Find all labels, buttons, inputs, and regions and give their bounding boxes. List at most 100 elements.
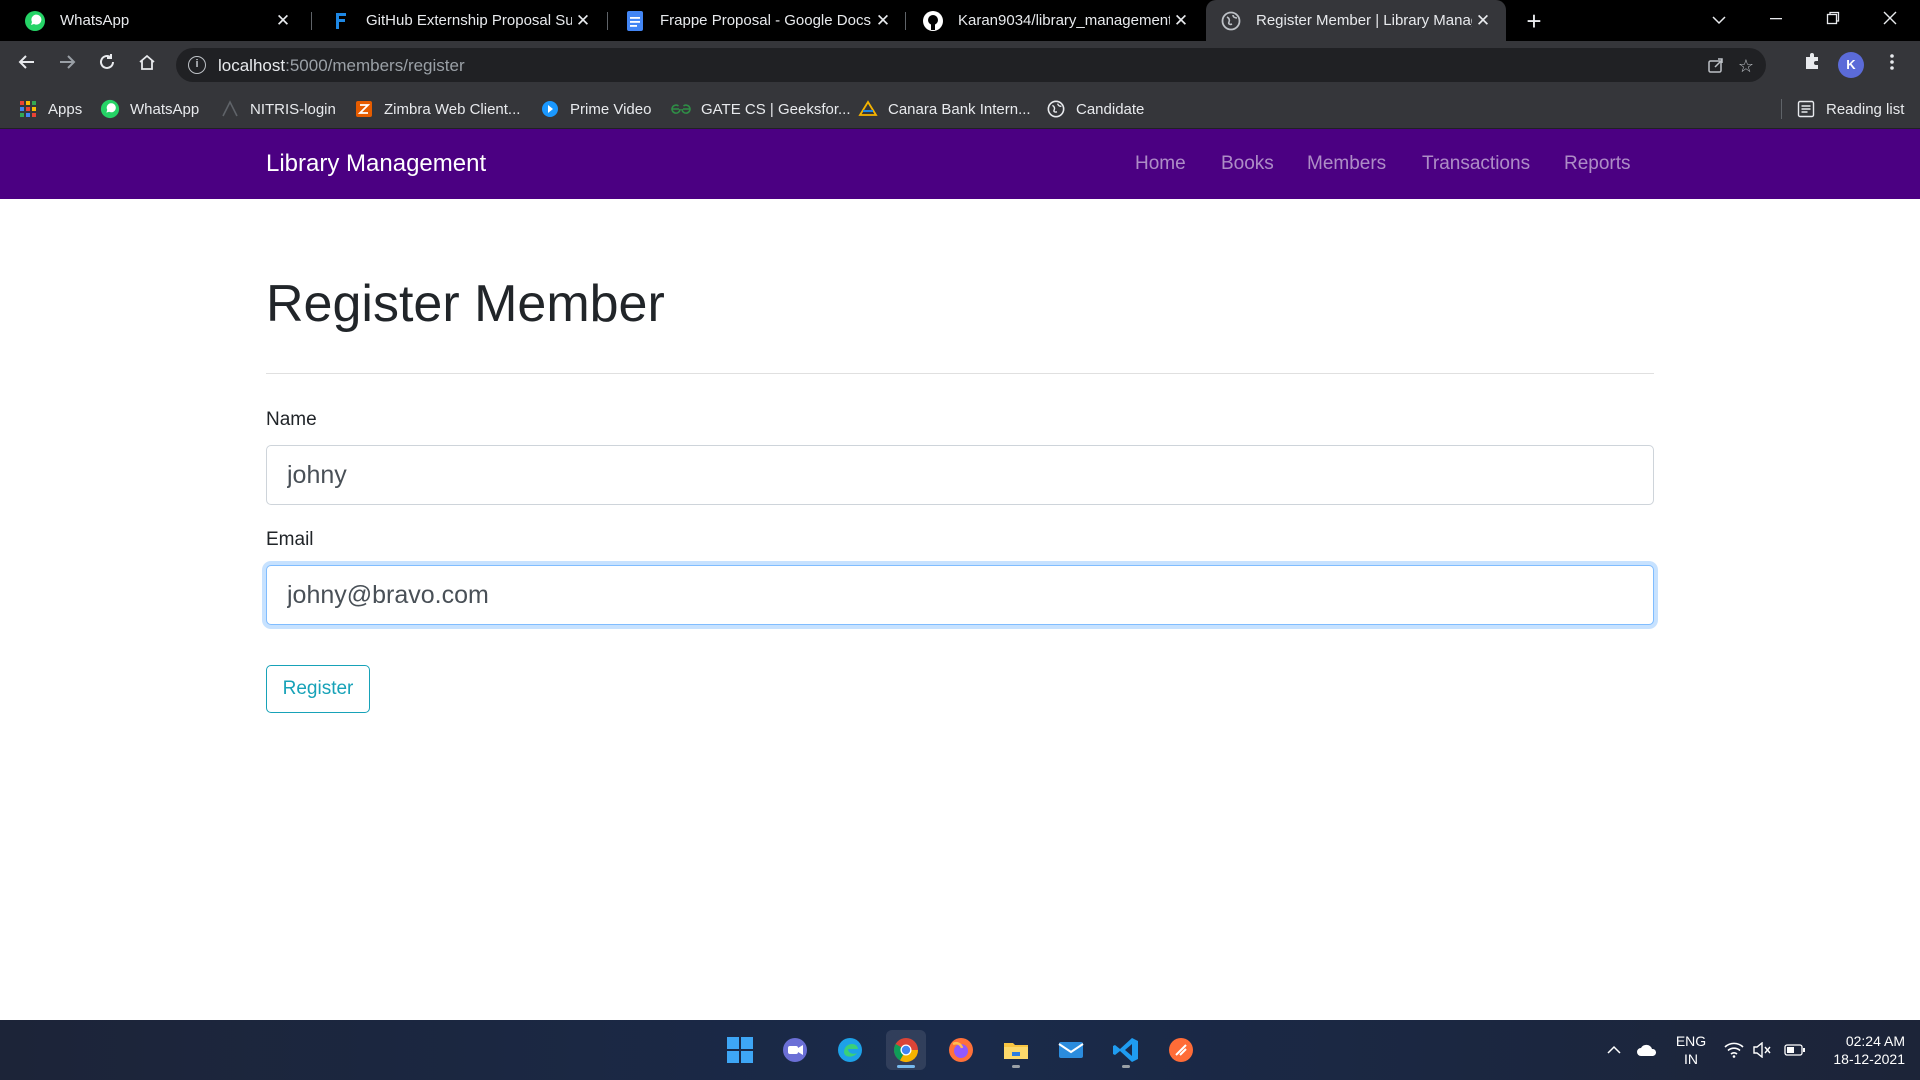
bookmark-star-icon[interactable]: ☆ [1736, 56, 1756, 76]
tab-whatsapp[interactable]: WhatsApp ✕ [0, 0, 306, 41]
close-icon[interactable]: ✕ [572, 11, 594, 31]
menu-kebab-icon[interactable] [1878, 51, 1906, 79]
start-windows-icon[interactable] [720, 1030, 760, 1070]
forward-arrow-icon[interactable] [53, 51, 81, 79]
onedrive-cloud-icon[interactable] [1636, 1020, 1658, 1080]
language-indicator[interactable]: ENG IN [1673, 1032, 1709, 1068]
reading-list-label: Reading list [1826, 100, 1905, 118]
name-label: Name [266, 409, 317, 430]
bookmark-label: Apps [48, 100, 83, 118]
active-app-indicator [897, 1065, 915, 1068]
share-icon[interactable] [1706, 56, 1726, 76]
github-icon [922, 10, 944, 32]
tab-github-repo[interactable]: Karan9034/library_management: ✕ [898, 0, 1204, 41]
canara-bank-icon [858, 99, 878, 119]
battery-icon[interactable] [1784, 1020, 1806, 1080]
app-navbar: Library Management Home Books Members Tr… [0, 129, 1920, 199]
bookmark-zimbra[interactable]: Zimbra Web Client... [354, 89, 520, 129]
running-app-indicator [1012, 1065, 1020, 1068]
frappe-icon [330, 10, 352, 32]
email-label: Email [266, 529, 314, 550]
nav-reports[interactable]: Reports [1564, 153, 1631, 175]
register-button[interactable]: Register [266, 665, 370, 713]
chrome-browser-icon[interactable] [886, 1030, 926, 1070]
clock-time: 02:24 AM [1845, 1033, 1905, 1049]
tab-title: Karan9034/library_management: [958, 12, 1170, 29]
url-host: localhost [218, 56, 286, 75]
restore-icon[interactable] [1806, 0, 1860, 41]
brand-link[interactable]: Library Management [266, 150, 486, 178]
bookmark-label: Canara Bank Intern... [888, 100, 1031, 118]
edge-browser-icon[interactable] [830, 1030, 870, 1070]
zimbra-icon [354, 99, 374, 119]
address-bar[interactable]: i localhost:5000/members/register ☆ [176, 48, 1766, 82]
bookmark-prime-video[interactable]: Prime Video [540, 89, 651, 129]
tab-frappe-proposal[interactable]: Frappe Proposal - Google Docs ✕ [600, 0, 906, 41]
nav-members[interactable]: Members [1307, 153, 1386, 175]
bookmark-label: Candidate [1076, 100, 1145, 118]
show-hidden-icons-chevron-icon[interactable] [1606, 1020, 1622, 1080]
reading-list-button[interactable]: Reading list [1796, 89, 1904, 129]
new-tab-icon[interactable]: + [1519, 6, 1549, 36]
close-window-icon[interactable] [1863, 0, 1917, 41]
bookmark-whatsapp[interactable]: WhatsApp [100, 89, 199, 129]
apps-grid-icon [18, 99, 38, 119]
nav-home[interactable]: Home [1135, 153, 1186, 175]
close-icon[interactable]: ✕ [872, 11, 894, 31]
bookmarks-divider [1781, 99, 1782, 119]
tab-github-externship[interactable]: GitHub Externship Proposal Subm ✕ [306, 0, 606, 41]
web-page: Library Management Home Books Members Tr… [0, 129, 1920, 1020]
reload-icon[interactable] [93, 51, 121, 79]
system-clock[interactable]: 02:24 AM 18-12-2021 [1815, 1032, 1905, 1068]
site-info-icon[interactable]: i [188, 56, 206, 74]
name-input[interactable] [266, 445, 1654, 505]
close-icon[interactable]: ✕ [1472, 11, 1494, 31]
geeksforgeeks-icon [671, 99, 691, 119]
tab-title: Register Member | Library Manag [1256, 12, 1472, 29]
minimize-icon[interactable] [1749, 0, 1803, 41]
email-input[interactable] [266, 565, 1654, 625]
tab-register-member[interactable]: Register Member | Library Manag ✕ [1206, 0, 1506, 41]
bookmark-geeksforgeeks[interactable]: GATE CS | Geeksfor... [671, 89, 851, 129]
tab-search-icon[interactable] [1692, 0, 1746, 41]
extensions-puzzle-icon[interactable] [1798, 51, 1826, 79]
tab-title: Frappe Proposal - Google Docs [660, 12, 871, 29]
whatsapp-icon [100, 99, 120, 119]
mail-icon[interactable] [1051, 1030, 1091, 1070]
running-app-indicator [1122, 1065, 1130, 1068]
whatsapp-icon [24, 10, 46, 32]
back-arrow-icon[interactable] [13, 51, 41, 79]
url-text: localhost:5000/members/register [218, 56, 465, 76]
close-icon[interactable]: ✕ [1170, 11, 1192, 31]
bookmark-canara-bank[interactable]: Canara Bank Intern... [858, 89, 1031, 129]
firefox-browser-icon[interactable] [941, 1030, 981, 1070]
close-icon[interactable]: ✕ [272, 11, 294, 31]
wifi-icon[interactable] [1724, 1020, 1744, 1080]
clock-date: 18-12-2021 [1833, 1051, 1905, 1067]
speaker-muted-icon[interactable] [1752, 1020, 1772, 1080]
tab-title: GitHub Externship Proposal Subm [366, 12, 572, 29]
browser-toolbar: i localhost:5000/members/register ☆ K [0, 41, 1920, 89]
reading-list-icon [1796, 99, 1816, 119]
bookmark-candidate[interactable]: Candidate [1046, 89, 1144, 129]
file-explorer-icon[interactable] [996, 1030, 1036, 1070]
tab-title: WhatsApp [60, 12, 130, 29]
browser-tab-strip: WhatsApp ✕ GitHub Externship Proposal Su… [0, 0, 1920, 41]
page-title: Register Member [266, 275, 665, 333]
url-path: :5000/members/register [285, 56, 465, 75]
bookmark-label: NITRIS-login [250, 100, 336, 118]
teams-chat-icon[interactable] [775, 1030, 815, 1070]
postman-icon[interactable] [1161, 1030, 1201, 1070]
bookmark-apps[interactable]: Apps [18, 89, 82, 129]
home-icon[interactable] [133, 51, 161, 79]
bookmark-nitris-login[interactable]: NITRIS-login [220, 89, 336, 129]
nitris-icon [220, 99, 240, 119]
nav-transactions[interactable]: Transactions [1422, 153, 1530, 175]
language-code: ENG [1675, 1033, 1707, 1049]
prime-video-icon [540, 99, 560, 119]
vscode-icon[interactable] [1106, 1030, 1146, 1070]
bookmark-label: WhatsApp [130, 100, 200, 118]
globe-icon [1046, 99, 1066, 119]
nav-books[interactable]: Books [1221, 153, 1274, 175]
profile-avatar[interactable]: K [1838, 52, 1864, 78]
